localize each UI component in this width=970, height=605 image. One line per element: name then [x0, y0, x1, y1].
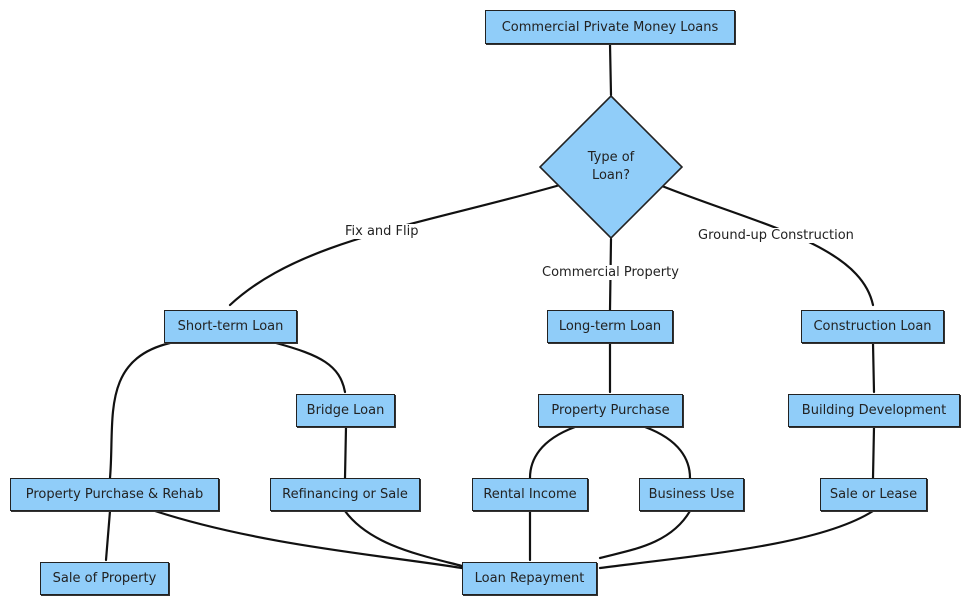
edge-building-salelease: [871, 425, 876, 480]
edge-decision-shortterm: [228, 183, 562, 307]
node-bridge-loan: Bridge Loan: [296, 394, 395, 427]
edge-bridge-refi: [343, 425, 348, 480]
edge-purchaserehab-repayment: [153, 509, 464, 570]
node-refinancing-or-sale: Refinancing or Sale: [270, 478, 420, 511]
decision-label: Type of Loan?: [587, 150, 635, 183]
node-sale-or-lease: Sale or Lease: [820, 478, 927, 511]
edge-label-commercial-property: Commercial Property: [542, 265, 679, 280]
edge-propertypurchase-rental: [528, 425, 577, 480]
node-building-development: Building Development: [788, 394, 960, 427]
edge-business-repayment: [598, 509, 692, 560]
node-property-purchase-rehab: Property Purchase & Rehab: [10, 478, 219, 511]
edge-refi-repayment: [343, 509, 464, 568]
node-loan-repayment: Loan Repayment: [462, 562, 597, 595]
node-commercial-private-money-loans: Commercial Private Money Loans: [485, 10, 735, 44]
node-property-purchase: Property Purchase: [538, 394, 683, 427]
edge-construction-building: [871, 341, 876, 394]
edge-shortterm-purchaserehab: [108, 341, 172, 480]
node-sale-of-property: Sale of Property: [40, 562, 169, 595]
edge-propertypurchase-business: [643, 425, 692, 480]
node-construction-loan: Construction Loan: [801, 310, 944, 343]
edge-label-ground-up-construction: Ground-up Construction: [698, 228, 854, 243]
edge-root-decision: [608, 42, 613, 97]
edge-purchaserehab-sale: [104, 509, 112, 562]
node-rental-income: Rental Income: [472, 478, 588, 511]
node-business-use: Business Use: [639, 478, 744, 511]
edge-salelease-repayment: [598, 509, 875, 570]
edges-layer: [104, 42, 876, 570]
edge-decision-construction: [660, 184, 875, 307]
node-long-term-loan: Long-term Loan: [547, 310, 673, 343]
decision-type-of-loan: Type of Loan?: [538, 94, 684, 240]
edge-label-fix-and-flip: Fix and Flip: [345, 224, 419, 239]
node-short-term-loan: Short-term Loan: [164, 310, 297, 343]
edge-shortterm-bridge: [274, 341, 347, 394]
